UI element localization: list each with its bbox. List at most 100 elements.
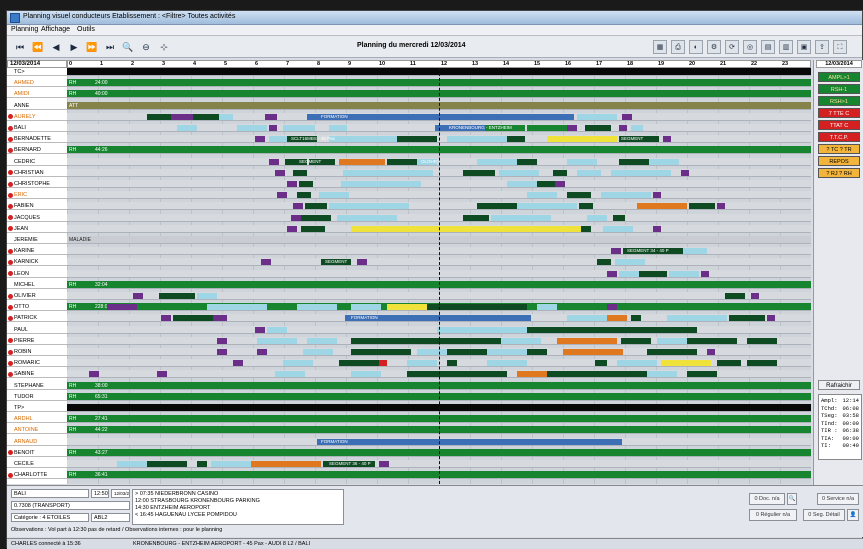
driver-row[interactable]: PIERRE (7, 336, 811, 345)
activity-bar[interactable] (269, 136, 287, 143)
driver-row[interactable]: AMIDI RH 40:00 (7, 90, 811, 99)
activity-bar[interactable] (255, 326, 265, 333)
view-icon[interactable]: ▣ (797, 40, 811, 54)
refresh-button[interactable]: Rafraichir (818, 380, 860, 390)
activity-bar[interactable] (669, 270, 699, 277)
last-icon[interactable]: ⏭ (103, 40, 117, 54)
activity-bar[interactable] (567, 125, 577, 131)
activity-bar[interactable] (463, 214, 489, 221)
driver-row[interactable]: BERNADETTE SCLT16MBS - 45 Pax SEGMENT (7, 135, 811, 144)
activity-bar[interactable] (351, 349, 411, 355)
driver-row[interactable]: BALI KRONENBOURG - ENTZHEIM (7, 124, 811, 132)
activity-bar[interactable] (517, 371, 547, 378)
activity-bar[interactable] (617, 360, 657, 367)
activity-bar[interactable] (193, 113, 219, 120)
center-icon[interactable]: ⊹ (157, 40, 171, 54)
driver-name[interactable]: FABIEN (7, 202, 67, 211)
driver-name[interactable]: OTTO (7, 303, 67, 312)
driver-name[interactable]: LEON (7, 270, 67, 278)
activity-bar[interactable] (717, 360, 741, 367)
activity-bar[interactable] (597, 259, 611, 266)
activity-bar[interactable] (351, 337, 411, 344)
activity-bar[interactable] (301, 225, 325, 232)
driver-row[interactable]: CECILE SEGMENT 36 - 40 P (7, 460, 811, 468)
refresh-icon[interactable]: ⟳ (725, 40, 739, 54)
activity-bar[interactable] (607, 371, 647, 378)
activity-bar[interactable] (607, 270, 617, 277)
activity-bar[interactable] (647, 349, 697, 355)
export-icon[interactable]: ⇪ (815, 40, 829, 54)
driver-name[interactable]: ARDHL (7, 415, 67, 424)
activity-bar[interactable] (319, 192, 349, 199)
driver-name[interactable]: ARNAUD (7, 438, 67, 446)
activity-bar[interactable] (611, 169, 671, 176)
activity-bar[interactable] (339, 360, 379, 367)
driver-name[interactable]: STEPHANE (7, 382, 67, 390)
driver-row[interactable]: ARNAUD FORMATION (7, 437, 811, 446)
driver-name[interactable]: ANTOINE (7, 426, 67, 435)
activity-bar[interactable] (133, 293, 143, 299)
driver-row[interactable]: CHRISTOPHE (7, 180, 811, 188)
activity-bar[interactable] (527, 192, 557, 199)
activity-bar[interactable] (305, 203, 327, 210)
activity-bar[interactable] (707, 349, 715, 355)
segment-detail-button[interactable]: 0 Seg. Détail (803, 509, 845, 521)
driver-row[interactable]: KARINE SEGMENT 34 - 40 P (7, 247, 811, 256)
activity-bar[interactable] (477, 158, 517, 165)
driver-name[interactable]: TP> (7, 404, 67, 412)
activity-bar[interactable] (567, 192, 591, 199)
activity-bar[interactable] (411, 337, 441, 344)
next-page-icon[interactable]: ⏩ (85, 40, 99, 54)
activity-bar[interactable] (283, 125, 315, 131)
activity-bar[interactable] (341, 181, 421, 187)
activity-bar[interactable] (487, 349, 527, 355)
activity-bar[interactable] (317, 438, 622, 445)
driver-name[interactable]: ROMARIC (7, 359, 67, 368)
zoom-in-icon[interactable]: 🔍 (121, 40, 135, 54)
driver-row[interactable]: ARDHL RH 27:41 (7, 415, 811, 424)
next-icon[interactable]: ▶ (67, 40, 81, 54)
activity-bar[interactable] (557, 337, 617, 344)
activity-bar[interactable] (157, 371, 167, 378)
activity-bar[interactable] (283, 360, 313, 367)
driver-row[interactable]: LEON (7, 269, 811, 278)
driver-name[interactable]: KARNICK (7, 258, 67, 267)
activity-bar[interactable] (653, 192, 661, 199)
activity-bar[interactable] (555, 181, 565, 187)
activity-bar[interactable] (601, 192, 651, 199)
driver-name[interactable]: MICHEL (7, 281, 67, 289)
activity-bar[interactable] (687, 337, 737, 344)
activity-bar[interactable] (117, 461, 147, 467)
driver-icon[interactable]: 👤 (847, 509, 859, 521)
legend-box[interactable]: 7 TTE C (818, 108, 860, 118)
search-icon[interactable]: 🔍 (787, 493, 797, 505)
activity-bar[interactable] (613, 214, 625, 221)
activity-bar[interactable] (275, 371, 305, 378)
driver-row[interactable]: ANTOINE RH 44:22 (7, 426, 811, 435)
activity-bar[interactable] (293, 203, 303, 210)
activity-bar[interactable] (397, 136, 437, 143)
activity-bar[interactable] (619, 158, 649, 165)
legend-box[interactable]: TTAT C (818, 120, 860, 130)
activity-bar[interactable] (639, 270, 667, 277)
activity-bar[interactable] (211, 461, 251, 467)
activity-bar[interactable] (547, 136, 617, 143)
driver-name[interactable]: AHMED (7, 79, 67, 88)
activity-bar[interactable] (261, 259, 271, 266)
activity-bar[interactable] (683, 248, 707, 255)
planning-grid[interactable]: TC> AHMED RH 24:00 AMIDI RH 40:00 ANNE ATT AURELY… (7, 68, 811, 484)
activity-bar[interactable] (379, 360, 387, 367)
prev-page-icon[interactable]: ⏪ (31, 40, 45, 54)
driver-name[interactable]: SABINE (7, 370, 67, 379)
settings-icon[interactable]: ⚙ (707, 40, 721, 54)
activity-bar[interactable] (585, 125, 611, 131)
activity-bar[interactable] (407, 360, 437, 367)
activity-bar[interactable] (631, 125, 643, 131)
driver-name[interactable]: TUDOR (7, 393, 67, 401)
activity-bar[interactable] (653, 225, 661, 232)
activity-bar[interactable] (387, 158, 417, 165)
activity-bar[interactable] (701, 270, 709, 277)
activity-bar[interactable] (622, 113, 632, 120)
activity-bar[interactable] (747, 360, 777, 367)
activity-bar[interactable] (547, 371, 607, 378)
